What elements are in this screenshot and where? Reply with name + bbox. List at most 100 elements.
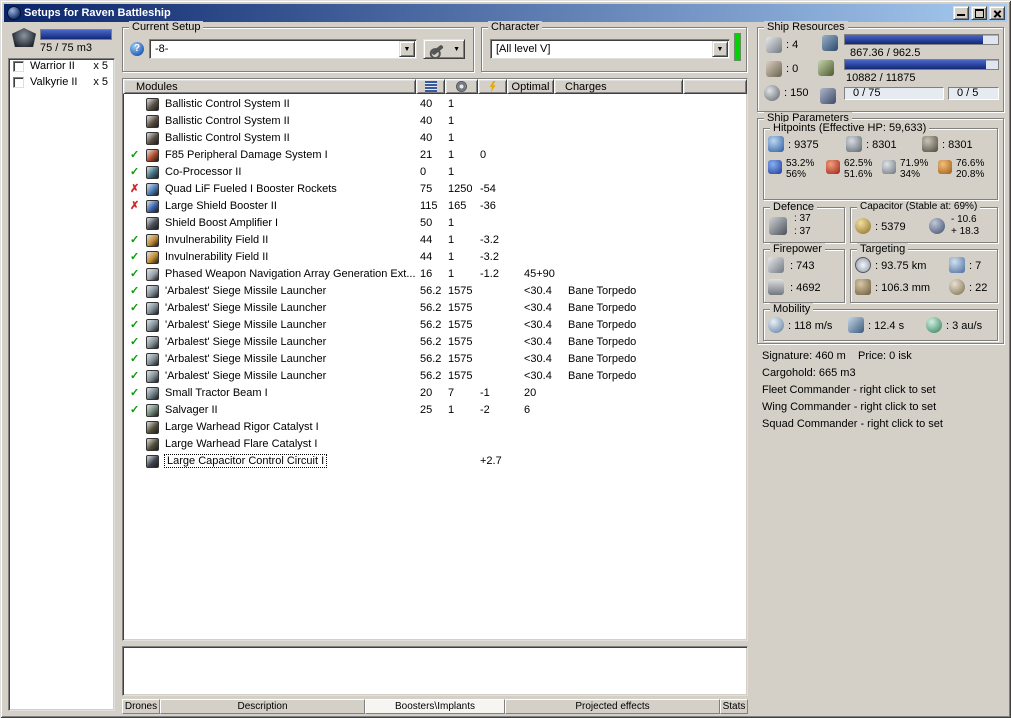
modules-column-header[interactable]: Modules [123,79,416,94]
max-velocity-icon [768,317,784,333]
cpu-column-header[interactable] [416,79,445,94]
fitted-check-icon: ✓ [130,404,140,416]
module-row[interactable]: ✓ 'Arbalest' Siege Missile Launcher 56.2 15… [125,334,745,351]
module-row[interactable]: ✓ 'Arbalest' Siege Missile Launcher 56.2 15… [125,317,745,334]
tab-projected-effects[interactable]: Projected effects [505,699,720,714]
tab-drones[interactable]: Drones [122,699,160,714]
close-button[interactable] [989,6,1005,20]
module-cpu-value: 75 [420,183,433,195]
module-row[interactable]: ✓ Invulnerability Field II 44 1 -3.2 [125,249,745,266]
module-optimal-value: 6 [524,404,531,416]
module-row[interactable]: ✓ 'Arbalest' Siege Missile Launcher 56.2 15… [125,368,745,385]
module-row[interactable]: Ballistic Control System II 40 1 [125,96,745,113]
module-optimal-value: <30.4 [524,353,552,365]
description-text-area[interactable] [122,646,748,696]
tab-stats[interactable]: Stats [720,699,748,714]
module-row[interactable]: ✗ Large Shield Booster II 115 165 -36 [125,198,745,215]
module-row[interactable]: ✓ Salvager II 25 1 -2 6 [125,402,745,419]
capacitor-amount: : 5379 [875,221,906,233]
title-bar[interactable]: Setups for Raven Battleship [4,4,1007,22]
module-cpu-value: 56.2 [420,370,442,382]
module-name: Small Tractor Beam I [165,387,268,399]
squad-commander-text[interactable]: Squad Commander - right click to set [762,418,943,430]
character-level-indicator [734,33,741,61]
capacitor-column-header[interactable] [478,79,507,94]
module-row[interactable]: Large Warhead Flare Catalyst I [125,436,745,453]
structure-hp-value: : 8301 [942,139,973,151]
module-row[interactable]: Ballistic Control System II 40 1 [125,130,745,147]
fleet-commander-text[interactable]: Fleet Commander - right click to set [762,384,936,396]
module-row[interactable]: Large Capacitor Control Circuit I +2.7 [125,453,745,470]
module-row[interactable]: ✓ F85 Peripheral Damage System I 21 1 0 [125,147,745,164]
launcher-hardpoints-value: : 0 [786,63,799,75]
module-row[interactable]: ✓ Phased Weapon Navigation Array Generati… [125,266,745,283]
module-row[interactable]: ✓ Co-Processor II 0 1 [125,164,745,181]
drone-list-item[interactable]: Warrior II x 5 [9,59,114,75]
drone-checkbox[interactable] [13,77,24,88]
mobility-label: Mobility [770,303,814,315]
capacitor-recharge-icon [929,218,945,234]
setup-tools-button[interactable]: ▼ [423,39,465,59]
modules-table[interactable]: Modules Optimal Charges Ballistic Contro… [122,78,748,641]
drone-list[interactable]: Warrior II x 5 Valkyrie II x 5 [8,58,115,711]
tab-description[interactable]: Description [160,699,365,714]
chevron-down-icon[interactable]: ▼ [712,41,728,57]
module-optimal-value: 45+90 [524,268,555,280]
module-cpu-value: 56.2 [420,319,442,331]
fitted-check-icon: ✓ [130,353,140,365]
turret-hardpoints-value: : 4 [786,39,799,51]
cargohold-text: Cargohold: 665 m3 [762,367,856,379]
module-cpu-value: 44 [420,234,433,246]
powergrid-column-header[interactable] [445,79,478,94]
minimize-button[interactable] [953,6,969,20]
capacitor-group: Capacitor (Stable at: 69%) : 5379 - 10.6… [850,201,998,243]
module-cpu-value: 21 [420,149,433,161]
module-powergrid-value: 1 [448,251,455,263]
module-name: Ballistic Control System II [165,132,290,144]
module-name: 'Arbalest' Siege Missile Launcher [165,336,327,348]
explosive-resist-shield: 76.6% [956,158,985,169]
wing-commander-text[interactable]: Wing Commander - right click to set [762,401,936,413]
module-powergrid-value: 1 [448,166,455,178]
module-row[interactable]: Shield Boost Amplifier I 50 1 [125,215,745,232]
module-row[interactable]: ✗ Quad LiF Fueled I Booster Rockets 75 1250… [125,181,745,198]
defence-icon [769,217,787,235]
bottom-tab-strip: Drones Description Boosters\Implants Projec… [122,699,748,714]
optimal-column-header[interactable]: Optimal [507,79,554,94]
drone-list-item[interactable]: Valkyrie II x 5 [9,75,114,91]
error-cross-icon: ✗ [130,200,140,212]
em-resist-cell: 53.2% 56% [768,157,822,183]
module-name: Large Warhead Flare Catalyst I [165,438,318,450]
shield-hp-value: : 9375 [788,139,819,151]
missile-launcher-module-icon [146,370,159,383]
charges-column-header[interactable]: Charges [554,79,683,94]
module-row[interactable]: ✓ Invulnerability Field II 44 1 -3.2 [125,232,745,249]
module-row[interactable]: ✓ 'Arbalest' Siege Missile Launcher 56.2 15… [125,351,745,368]
tab-boosters-implants[interactable]: Boosters\Implants [365,699,505,714]
module-row[interactable]: Ballistic Control System II 40 1 [125,113,745,130]
powergrid-icon [818,60,834,76]
module-name: Salvager II [165,404,218,416]
module-charge-value: Bane Torpedo [568,285,637,297]
help-icon[interactable]: ? [130,42,144,56]
ship-resources-group: Ship Resources : 4 : 0 : 150 867.36 / 96… [757,21,1004,112]
module-row[interactable]: ✓ Small Tractor Beam I 20 7 -1 20 [125,385,745,402]
module-name: Large Shield Booster II [165,200,277,212]
chevron-down-icon[interactable]: ▼ [399,41,415,57]
module-optimal-value: <30.4 [524,319,552,331]
setup-select[interactable]: -8- ▼ [149,39,417,59]
shield-hp-icon [768,136,784,152]
maximize-button[interactable] [971,6,987,20]
mobility-group: Mobility : 118 m/s : 12.4 s : 3 au/s [763,303,998,341]
window-title: Setups for Raven Battleship [24,7,171,19]
module-name: F85 Peripheral Damage System I [165,149,328,161]
drone-bandwidth-value: 0 / 75 [853,87,881,99]
character-select[interactable]: [All level V] ▼ [490,39,730,59]
module-row[interactable]: ✓ 'Arbalest' Siege Missile Launcher 56.2 15… [125,283,745,300]
module-row[interactable]: ✓ 'Arbalest' Siege Missile Launcher 56.2 15… [125,300,745,317]
module-row[interactable]: Large Warhead Rigor Catalyst I [125,419,745,436]
module-charge-value: Bane Torpedo [568,319,637,331]
drone-checkbox[interactable] [13,61,24,72]
warp-speed-value: : 3 au/s [946,320,983,332]
drone-qty: x 5 [93,60,108,72]
